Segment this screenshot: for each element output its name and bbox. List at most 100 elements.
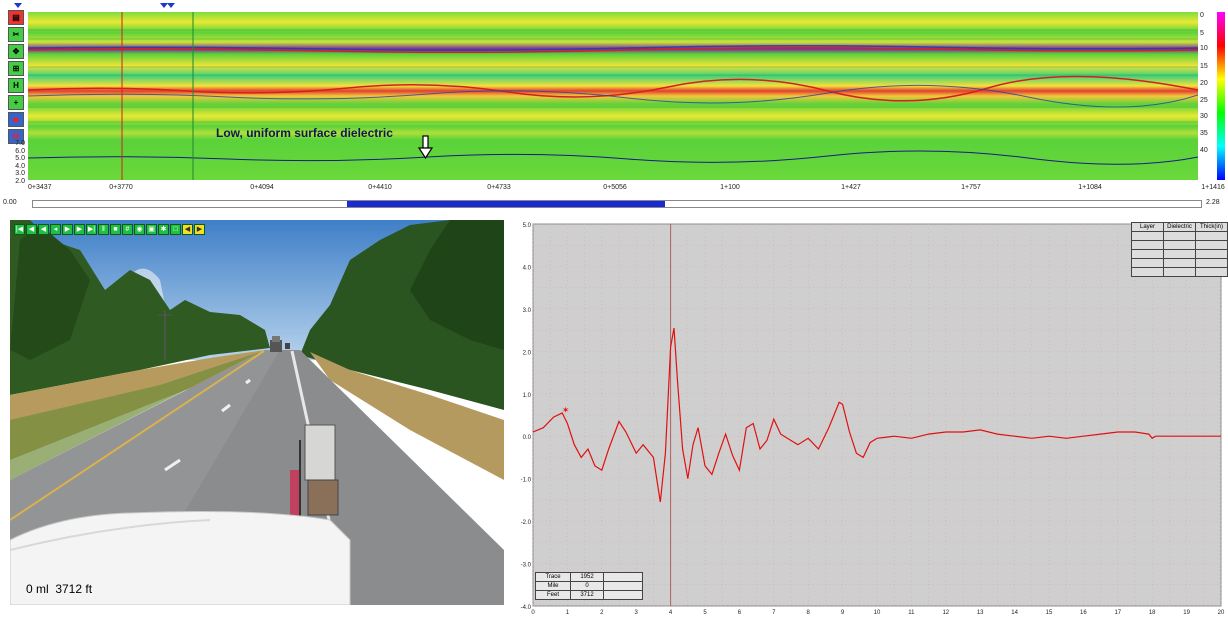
x-tick-label: 1 <box>566 610 570 615</box>
station-label: 0+4094 <box>250 184 274 191</box>
prev-icon[interactable]: ◀ <box>26 224 37 235</box>
marker-icon[interactable] <box>14 3 22 8</box>
zoom-icon[interactable]: ⊞ <box>8 61 24 76</box>
play-icon[interactable]: ▶ <box>62 224 73 235</box>
dielectric-header: Dielectric <box>1163 222 1196 232</box>
hand-icon[interactable]: H <box>8 78 24 93</box>
y-tick-label: 4.0 <box>523 265 532 271</box>
station-label: 0+5056 <box>603 184 627 191</box>
y-tick-label: 0.0 <box>523 435 532 441</box>
table-row[interactable] <box>1131 231 1228 241</box>
x-tick-label: 7 <box>772 610 776 615</box>
y-tick-label: -4.0 <box>521 605 532 611</box>
horizontal-scrollbar[interactable] <box>32 200 1202 208</box>
first-icon[interactable]: |◀ <box>14 224 25 235</box>
feet-label: Feet <box>535 590 571 600</box>
settings-icon[interactable]: ✱ <box>158 224 169 235</box>
x-tick-label: 8 <box>807 610 811 615</box>
depth-tick: 30 <box>1200 113 1208 120</box>
video-panel[interactable]: |◀ ◀ ◀ ◂ ▶ ▶ ▶| ‖ ■ # ◉ ▣ ✱ □ ◀ ▶ 0 ml 3… <box>10 220 504 605</box>
y-tick-label: -2.0 <box>521 520 532 526</box>
depth-scale: 0 5 10 15 20 25 30 35 40 <box>1200 12 1216 180</box>
mile-value: 0 <box>570 581 604 591</box>
waveform-panel[interactable]: 5.0 4.0 3.0 2.0 1.0 0.0 -1.0 -2.0 -3.0 -4.0 0 1 2 3 4 5… <box>511 220 1228 616</box>
back-icon[interactable]: ◂ <box>50 224 61 235</box>
scroll-end-label: 2.28 <box>1206 199 1220 206</box>
video-toolbar: |◀ ◀ ◀ ◂ ▶ ▶ ▶| ‖ ■ # ◉ ▣ ✱ □ ◀ ▶ <box>14 224 205 236</box>
station-markers[interactable] <box>10 0 190 10</box>
x-tick-label: 9 <box>841 610 845 615</box>
camera-icon[interactable]: ◉ <box>134 224 145 235</box>
stop-icon[interactable]: ■ <box>110 224 121 235</box>
y-tick-label: 2.0 <box>523 350 532 356</box>
scroll-start-label: 0.00 <box>3 199 17 206</box>
dielectric-tick: 7.0 <box>15 140 25 147</box>
station-label: 1+1084 <box>1078 184 1102 191</box>
road-video-frame <box>10 220 504 605</box>
dielectric-tick: 5.0 <box>15 155 25 163</box>
station-label: 1+1416 <box>1201 184 1225 191</box>
left-icon[interactable]: ◀ <box>182 224 193 235</box>
radar-panel: ▤ ✂ ✥ ⊞ H + ◆ M 7.0 6.0 5.0 4.0 3.0 2.0 <box>0 0 1228 212</box>
video-position-caption: 0 ml 3712 ft <box>26 582 93 596</box>
mark-icon[interactable]: ◆ <box>8 112 24 127</box>
tool-palette: ▤ ✂ ✥ ⊞ H + ◆ M <box>8 10 26 146</box>
marker-icon[interactable] <box>160 3 168 8</box>
dielectric-tick: 3.0 <box>15 170 25 178</box>
feet-value: 3712 <box>570 590 604 600</box>
depth-tick: 25 <box>1200 97 1208 104</box>
table-row[interactable] <box>1131 258 1228 268</box>
y-tick-label: 5.0 <box>523 223 532 229</box>
depth-tick: 5 <box>1200 30 1204 37</box>
right-icon[interactable]: ▶ <box>194 224 205 235</box>
trace-info-table: Trace 1952 Mile 0 Feet 3712 <box>535 572 643 600</box>
table-row: Feet 3712 <box>535 590 643 600</box>
move-icon[interactable]: ✥ <box>8 44 24 59</box>
depth-tick: 20 <box>1200 80 1208 87</box>
depth-tick: 15 <box>1200 63 1208 70</box>
file-icon[interactable]: ▤ <box>8 10 24 25</box>
x-tick-label: 15 <box>1046 610 1053 615</box>
rewind-icon[interactable]: ◀ <box>38 224 49 235</box>
mile-label: Mile <box>535 581 571 591</box>
cut-icon[interactable]: ✂ <box>8 27 24 42</box>
station-axis: 0+3437 0+3770 0+4094 0+4410 0+4733 0+505… <box>28 181 1225 195</box>
last-icon[interactable]: ▶| <box>86 224 97 235</box>
radar-image[interactable]: Low, uniform surface dielectric <box>28 12 1198 180</box>
thickness-header: Thick(in) <box>1195 222 1228 232</box>
forward-icon[interactable]: ▶ <box>74 224 85 235</box>
marker-icon[interactable] <box>167 3 175 8</box>
save-icon[interactable]: ▣ <box>146 224 157 235</box>
grid-icon[interactable]: # <box>122 224 133 235</box>
dielectric-tick: 6.0 <box>15 147 25 155</box>
x-tick-label: 10 <box>874 610 881 615</box>
y-tick-label: -1.0 <box>521 478 532 484</box>
trace-value: 1952 <box>570 572 604 582</box>
x-tick-label: 16 <box>1080 610 1087 615</box>
table-row[interactable] <box>1131 240 1228 250</box>
x-tick-label: 5 <box>703 610 707 615</box>
station-label: 0+4733 <box>487 184 511 191</box>
plus-icon[interactable]: + <box>8 95 24 110</box>
screen-icon[interactable]: □ <box>170 224 181 235</box>
color-scale-bar <box>1217 12 1225 180</box>
scroll-row: 0.00 2.28 <box>0 197 1228 209</box>
radar-annotation: Low, uniform surface dielectric <box>216 126 393 140</box>
table-row[interactable] <box>1131 267 1228 277</box>
x-tick-label: 20 <box>1218 610 1225 615</box>
pause-icon[interactable]: ‖ <box>98 224 109 235</box>
depth-tick: 0 <box>1200 12 1204 19</box>
scrollbar-thumb[interactable] <box>347 201 665 207</box>
depth-tick: 40 <box>1200 147 1208 154</box>
pick-marker-icon: ✶ <box>562 405 570 415</box>
x-tick-label: 14 <box>1011 610 1018 615</box>
x-tick-label: 4 <box>669 610 673 615</box>
dielectric-scale: 7.0 6.0 5.0 4.0 3.0 2.0 <box>0 140 28 185</box>
layer-table: Layer Dielectric Thick(in) <box>1131 222 1228 277</box>
y-tick-label: -3.0 <box>521 563 532 569</box>
x-tick-label: 3 <box>635 610 639 615</box>
station-label: 0+3437 <box>28 184 52 191</box>
y-tick-label: 3.0 <box>523 308 532 314</box>
table-row[interactable] <box>1131 249 1228 259</box>
waveform-chart[interactable]: 5.04.03.02.01.00.0-1.0-2.0-3.0-4.00 1 2 3 4 5… <box>511 220 1228 616</box>
